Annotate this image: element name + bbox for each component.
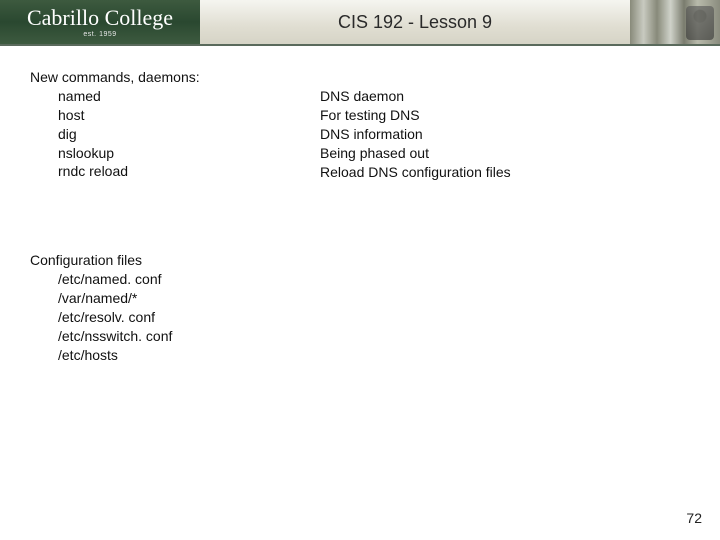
logo-text: Cabrillo College est. 1959 [27, 7, 173, 38]
logo-main: Cabrillo College [27, 5, 173, 30]
config-item: /etc/named. conf [58, 270, 696, 289]
commands-list: named host dig nslookup rndc reload [30, 87, 320, 181]
header-photo [630, 0, 720, 44]
college-logo: Cabrillo College est. 1959 [0, 0, 200, 44]
config-heading: Configuration files [30, 251, 696, 270]
config-item: /var/named/* [58, 289, 696, 308]
command-description: DNS information [320, 125, 696, 144]
config-item: /etc/nsswitch. conf [58, 327, 696, 346]
command-description: For testing DNS [320, 106, 696, 125]
command-item: nslookup [58, 144, 320, 163]
commands-heading: New commands, daemons: [30, 68, 320, 87]
page-number: 72 [686, 510, 702, 526]
slide-header: Cabrillo College est. 1959 CIS 192 - Les… [0, 0, 720, 46]
config-list: /etc/named. conf /var/named/* /etc/resol… [30, 270, 696, 364]
descriptions-column: DNS daemon For testing DNS DNS informati… [320, 68, 696, 181]
commands-row: New commands, daemons: named host dig ns… [30, 68, 696, 181]
config-block: Configuration files /etc/named. conf /va… [30, 251, 696, 364]
config-item: /etc/hosts [58, 346, 696, 365]
command-description: Being phased out [320, 144, 696, 163]
commands-column: New commands, daemons: named host dig ns… [30, 68, 320, 181]
command-item: named [58, 87, 320, 106]
command-description: Reload DNS configuration files [320, 163, 696, 182]
command-item: host [58, 106, 320, 125]
slide-content: New commands, daemons: named host dig ns… [0, 46, 720, 365]
config-item: /etc/resolv. conf [58, 308, 696, 327]
logo-subtext: est. 1959 [27, 31, 173, 38]
command-item: dig [58, 125, 320, 144]
command-item: rndc reload [58, 162, 320, 181]
slide-title: CIS 192 - Lesson 9 [200, 0, 630, 44]
command-description: DNS daemon [320, 87, 696, 106]
